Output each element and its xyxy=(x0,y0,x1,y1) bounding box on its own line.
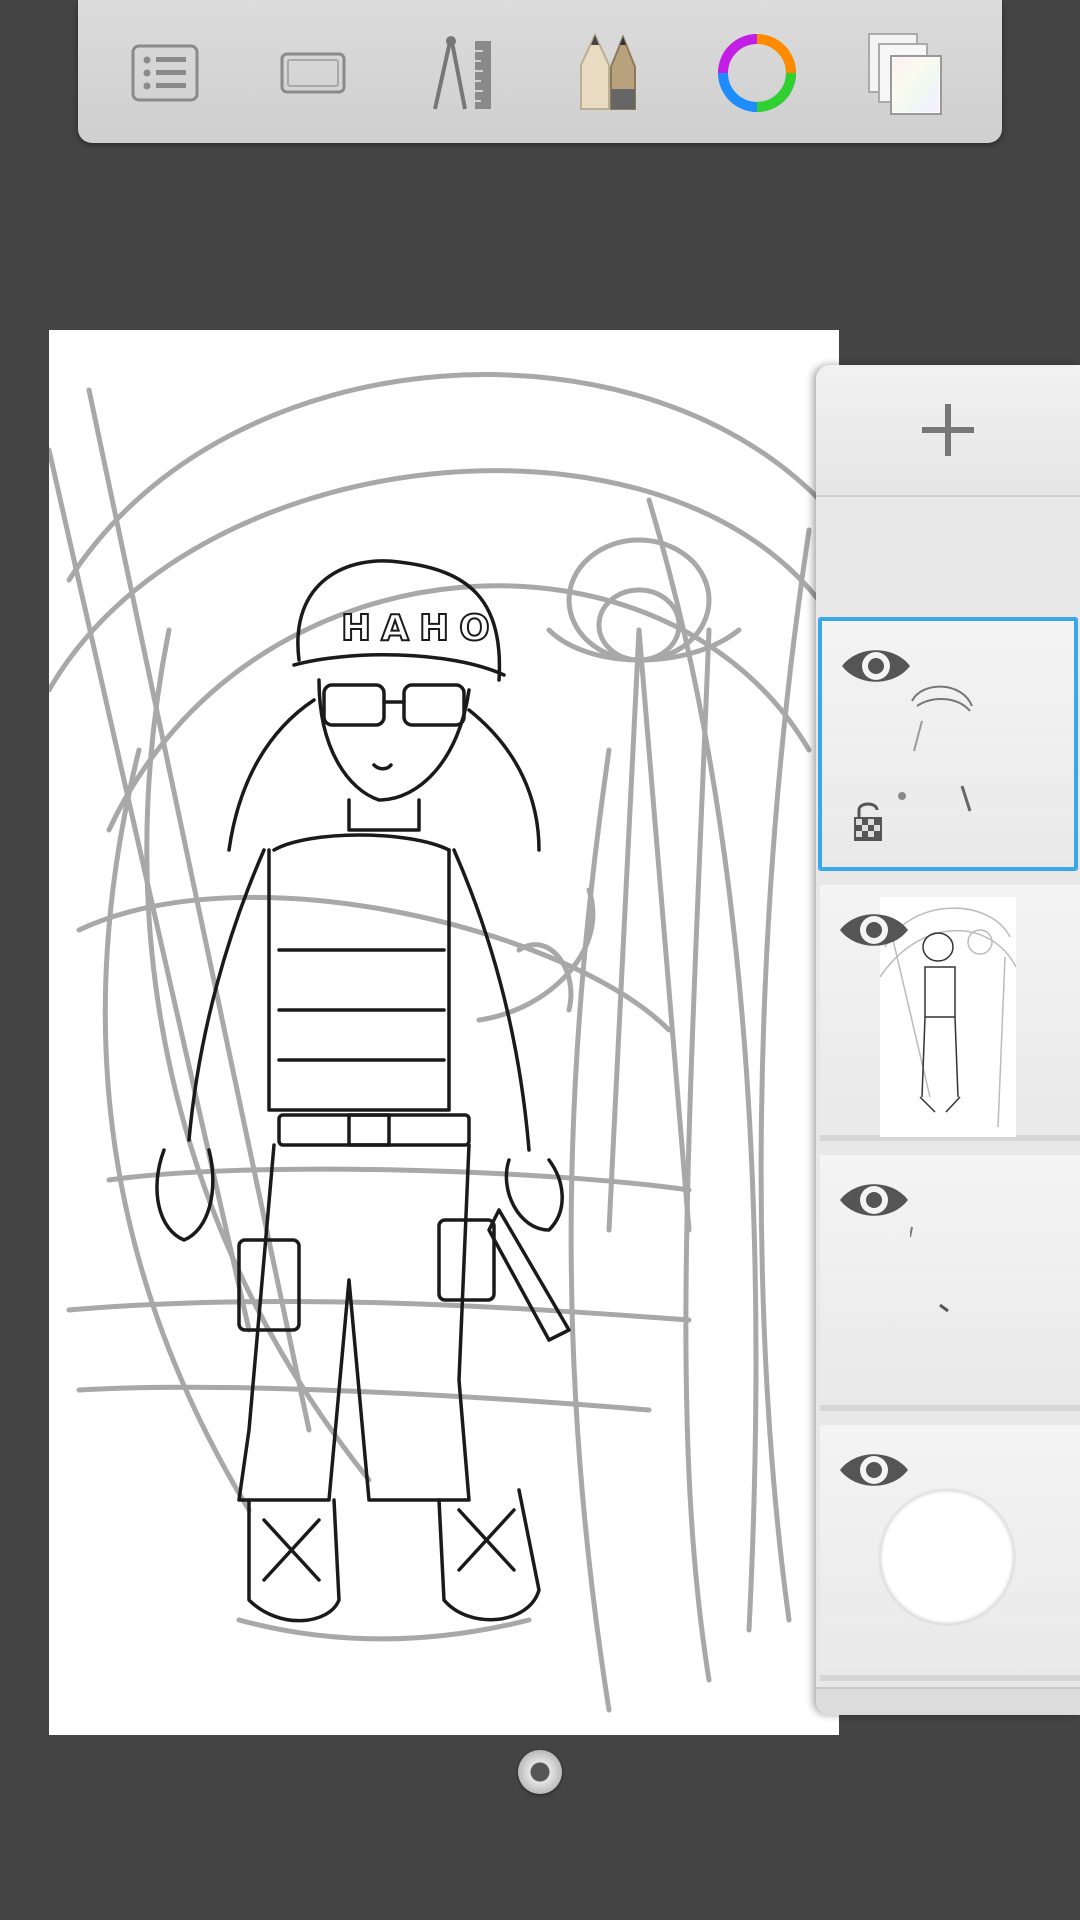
canvas-scroll-handle[interactable] xyxy=(518,1750,562,1794)
eye-icon[interactable] xyxy=(838,1445,910,1495)
pencils-icon[interactable] xyxy=(564,28,654,118)
compass-ruler-icon[interactable] xyxy=(416,28,506,118)
lock-transparency-icon[interactable] xyxy=(850,799,886,843)
layer-1-preview xyxy=(898,685,973,812)
menu-list-icon[interactable] xyxy=(120,28,210,118)
color-wheel-icon[interactable] xyxy=(712,28,802,118)
background-color-swatch[interactable] xyxy=(880,1490,1014,1624)
layers-stack-icon[interactable] xyxy=(860,28,950,118)
layer-thumbnail-1[interactable] xyxy=(818,617,1078,871)
layer-thumbnail-2[interactable] xyxy=(820,885,1080,1141)
sketch-artwork: HAHO xyxy=(49,372,839,1713)
top-toolbar xyxy=(78,0,1002,143)
eye-icon[interactable] xyxy=(838,905,910,955)
drawing-canvas[interactable]: HAHO xyxy=(49,330,839,1735)
layer-3-preview xyxy=(910,1226,949,1313)
eye-icon[interactable] xyxy=(838,1175,910,1225)
canvas-frame-icon[interactable] xyxy=(268,28,358,118)
plus-icon xyxy=(922,404,974,456)
add-layer-button[interactable] xyxy=(816,365,1080,497)
helmet-text: HAHO xyxy=(341,608,500,649)
layer-thumbnail-4[interactable] xyxy=(820,1425,1080,1681)
layer-thumbnail-3[interactable] xyxy=(820,1155,1080,1411)
layers-panel-footer xyxy=(816,1687,1080,1715)
layers-panel xyxy=(816,365,1080,1715)
